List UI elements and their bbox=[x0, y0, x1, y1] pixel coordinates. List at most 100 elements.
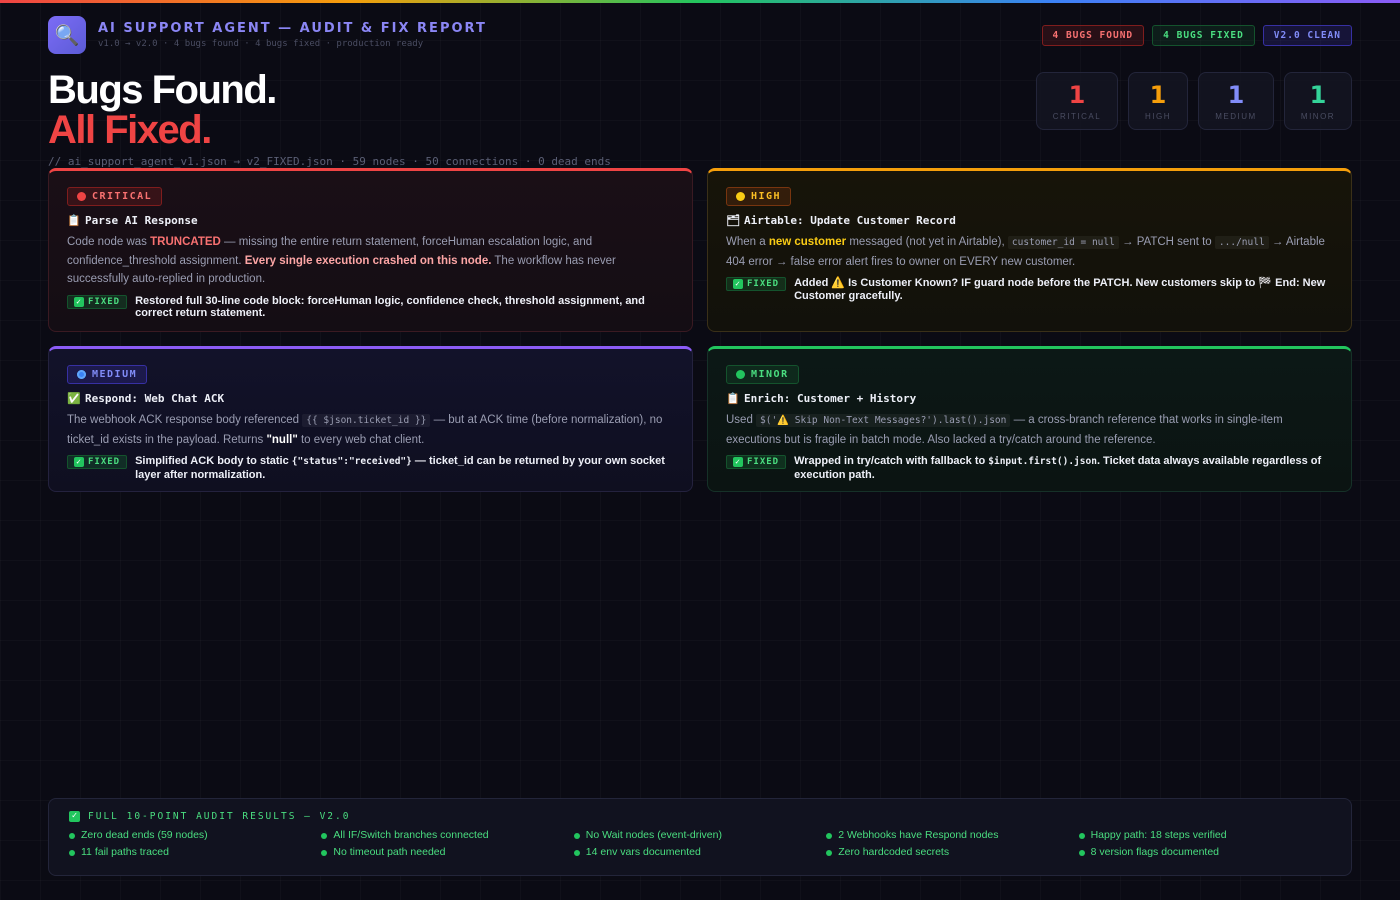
fix-code: $input.first().json bbox=[988, 456, 1097, 467]
bugs-fixed-badge: 4 BUGS FIXED bbox=[1152, 25, 1255, 46]
audit-item-text: 11 fail paths traced bbox=[81, 846, 169, 858]
green-dot-icon bbox=[826, 849, 833, 856]
node-label: Respond: Web Chat ACK bbox=[85, 392, 225, 405]
fixed-label: FIXED bbox=[88, 457, 121, 467]
audit-item: No Wait nodes (event-driven) bbox=[573, 829, 826, 842]
severity-badge-high: HIGH bbox=[726, 187, 792, 206]
version-badge: V2.0 CLEAN bbox=[1262, 25, 1352, 46]
desc-highlight: TRUNCATED bbox=[150, 236, 221, 248]
app-subtitle: v1.0 → v2.0 · 4 bugs found · 4 bugs fixe… bbox=[98, 39, 424, 49]
audit-title: ✓ FULL 10-POINT AUDIT RESULTS — V2.0 bbox=[69, 811, 1331, 822]
desc-text: → PATCH sent to bbox=[1118, 236, 1215, 248]
count-label: HIGH bbox=[1145, 111, 1171, 121]
node-name: ✅ Respond: Web Chat ACK bbox=[67, 392, 674, 405]
fixed-label: FIXED bbox=[747, 279, 780, 289]
audit-item: Happy path: 18 steps verified bbox=[1078, 829, 1331, 842]
count-minor: 1 MINOR bbox=[1284, 72, 1352, 130]
fixed-tag: ✓ FIXED bbox=[67, 294, 128, 309]
app-title: AI SUPPORT AGENT — AUDIT & FIX REPORT bbox=[98, 21, 487, 36]
green-dot-icon bbox=[69, 849, 75, 856]
node-name: 📋 Enrich: Customer + History bbox=[726, 392, 1333, 405]
audit-item: All IF/Switch branches connected bbox=[321, 829, 573, 842]
count-value: 1 bbox=[1068, 80, 1086, 109]
fix-row: ✓ FIXED Wrapped in try/catch with fallbac… bbox=[726, 455, 1333, 481]
green-dot-icon bbox=[826, 832, 833, 839]
hero-line-1: Bugs Found. bbox=[48, 68, 277, 112]
desc-text: The webhook ACK response body referenced bbox=[67, 414, 303, 426]
count-value: 1 bbox=[1309, 80, 1327, 109]
desc-highlight: "null" bbox=[266, 433, 298, 446]
fix-description: Added ⚠️ Is Customer Known? IF guard nod… bbox=[794, 277, 1326, 302]
bug-description: When a new customer messaged (not yet in… bbox=[726, 233, 1333, 271]
yellow-dot-icon bbox=[736, 192, 745, 201]
desc-text: Code node was bbox=[67, 236, 151, 248]
green-dot-icon bbox=[69, 832, 75, 839]
audit-item: No timeout path needed bbox=[321, 846, 573, 859]
audit-item-text: Zero dead ends (59 nodes) bbox=[81, 829, 208, 841]
desc-highlight: Every single execution crashed on this n… bbox=[244, 254, 492, 267]
node-name: 🗂 Airtable: Update Customer Record bbox=[726, 214, 1333, 227]
checkmark-icon: ✓ bbox=[74, 296, 84, 307]
status-badges: 4 BUGS FOUND 4 BUGS FIXED V2.0 CLEAN bbox=[1041, 25, 1352, 46]
severity-badge-medium: MEDIUM bbox=[67, 365, 148, 384]
top-gradient-bar bbox=[0, 0, 1400, 3]
green-dot-icon bbox=[736, 370, 745, 379]
green-dot-icon bbox=[321, 832, 328, 839]
audit-item: 2 Webhooks have Respond nodes bbox=[826, 829, 1078, 842]
count-medium: 1 MEDIUM bbox=[1198, 72, 1274, 130]
bug-card-medium: MEDIUM ✅ Respond: Web Chat ACK The webho… bbox=[48, 346, 693, 492]
fixed-label: FIXED bbox=[88, 296, 121, 307]
bugs-found-badge: 4 BUGS FOUND bbox=[1041, 25, 1145, 46]
desc-highlight: new customer bbox=[768, 236, 847, 248]
audit-item-text: All IF/Switch branches connected bbox=[333, 829, 489, 841]
checkmark-icon: ✓ bbox=[69, 811, 80, 822]
node-label: Parse AI Response bbox=[85, 214, 198, 227]
checkmark-icon: ✓ bbox=[74, 457, 84, 467]
fix-row: ✓ FIXED Simplified ACK body to static {"s… bbox=[67, 455, 674, 481]
audit-item-text: No Wait nodes (event-driven) bbox=[585, 829, 722, 841]
count-critical: 1 CRITICAL bbox=[1036, 72, 1118, 130]
bug-description: Code node was TRUNCATED — missing the en… bbox=[67, 233, 674, 289]
fixed-tag: ✓ FIXED bbox=[67, 455, 128, 469]
audit-item: Zero hardcoded secrets bbox=[826, 846, 1078, 859]
severity-label: MINOR bbox=[751, 369, 789, 380]
desc-code: $('⚠️ Skip Non-Text Messages?').last().j… bbox=[756, 414, 1011, 427]
severity-label: MEDIUM bbox=[92, 369, 138, 380]
check-icon: ✅ bbox=[67, 392, 81, 405]
brand-header: 🔍 AI SUPPORT AGENT — AUDIT & FIX REPORT … bbox=[48, 16, 487, 54]
desc-text: to every web chat client. bbox=[297, 433, 425, 446]
fix-text: Simplified ACK body to static bbox=[135, 455, 292, 467]
green-dot-icon bbox=[573, 849, 580, 856]
fix-description: Wrapped in try/catch with fallback to $i… bbox=[794, 455, 1333, 481]
severity-badge-minor: MINOR bbox=[726, 365, 799, 384]
count-value: 1 bbox=[1227, 80, 1245, 109]
fix-description: Restored full 30-line code block: forceH… bbox=[135, 294, 645, 320]
audit-item-text: 2 Webhooks have Respond nodes bbox=[838, 829, 999, 841]
fix-code: {"status":"received"} bbox=[291, 456, 412, 467]
audit-results-panel: ✓ FULL 10-POINT AUDIT RESULTS — V2.0 Zer… bbox=[48, 798, 1352, 876]
desc-code: customer_id = null bbox=[1007, 236, 1119, 249]
hero-heading: Bugs Found. All Fixed. bbox=[48, 68, 277, 150]
bug-card-high: HIGH 🗂 Airtable: Update Customer Record … bbox=[707, 168, 1352, 332]
checkmark-icon: ✓ bbox=[733, 457, 743, 467]
node-label: Airtable: Update Customer Record bbox=[744, 214, 956, 227]
severity-label: CRITICAL bbox=[92, 191, 153, 202]
severity-label: HIGH bbox=[751, 191, 782, 202]
severity-badge-critical: CRITICAL bbox=[67, 187, 163, 206]
audit-item: Zero dead ends (59 nodes) bbox=[69, 829, 321, 842]
clipboard-icon: 📋 bbox=[67, 214, 81, 227]
checkmark-icon: ✓ bbox=[733, 279, 743, 289]
audit-items: Zero dead ends (59 nodes) All IF/Switch … bbox=[69, 829, 1331, 859]
desc-code: {{ $json.ticket_id }} bbox=[302, 414, 431, 427]
severity-counts: 1 CRITICAL 1 HIGH 1 MEDIUM 1 MINOR bbox=[1036, 72, 1352, 130]
count-label: CRITICAL bbox=[1052, 111, 1102, 121]
count-value: 1 bbox=[1149, 80, 1167, 109]
fixed-tag: ✓ FIXED bbox=[726, 277, 787, 291]
blue-dot-icon bbox=[77, 370, 86, 379]
bug-card-minor: MINOR 📋 Enrich: Customer + History Used … bbox=[707, 346, 1352, 492]
clipboard-icon: 📋 bbox=[726, 392, 740, 405]
count-label: MINOR bbox=[1300, 111, 1336, 121]
green-dot-icon bbox=[1078, 849, 1085, 856]
desc-text: When a bbox=[726, 236, 769, 248]
magnifier-icon: 🔍 bbox=[48, 16, 86, 54]
